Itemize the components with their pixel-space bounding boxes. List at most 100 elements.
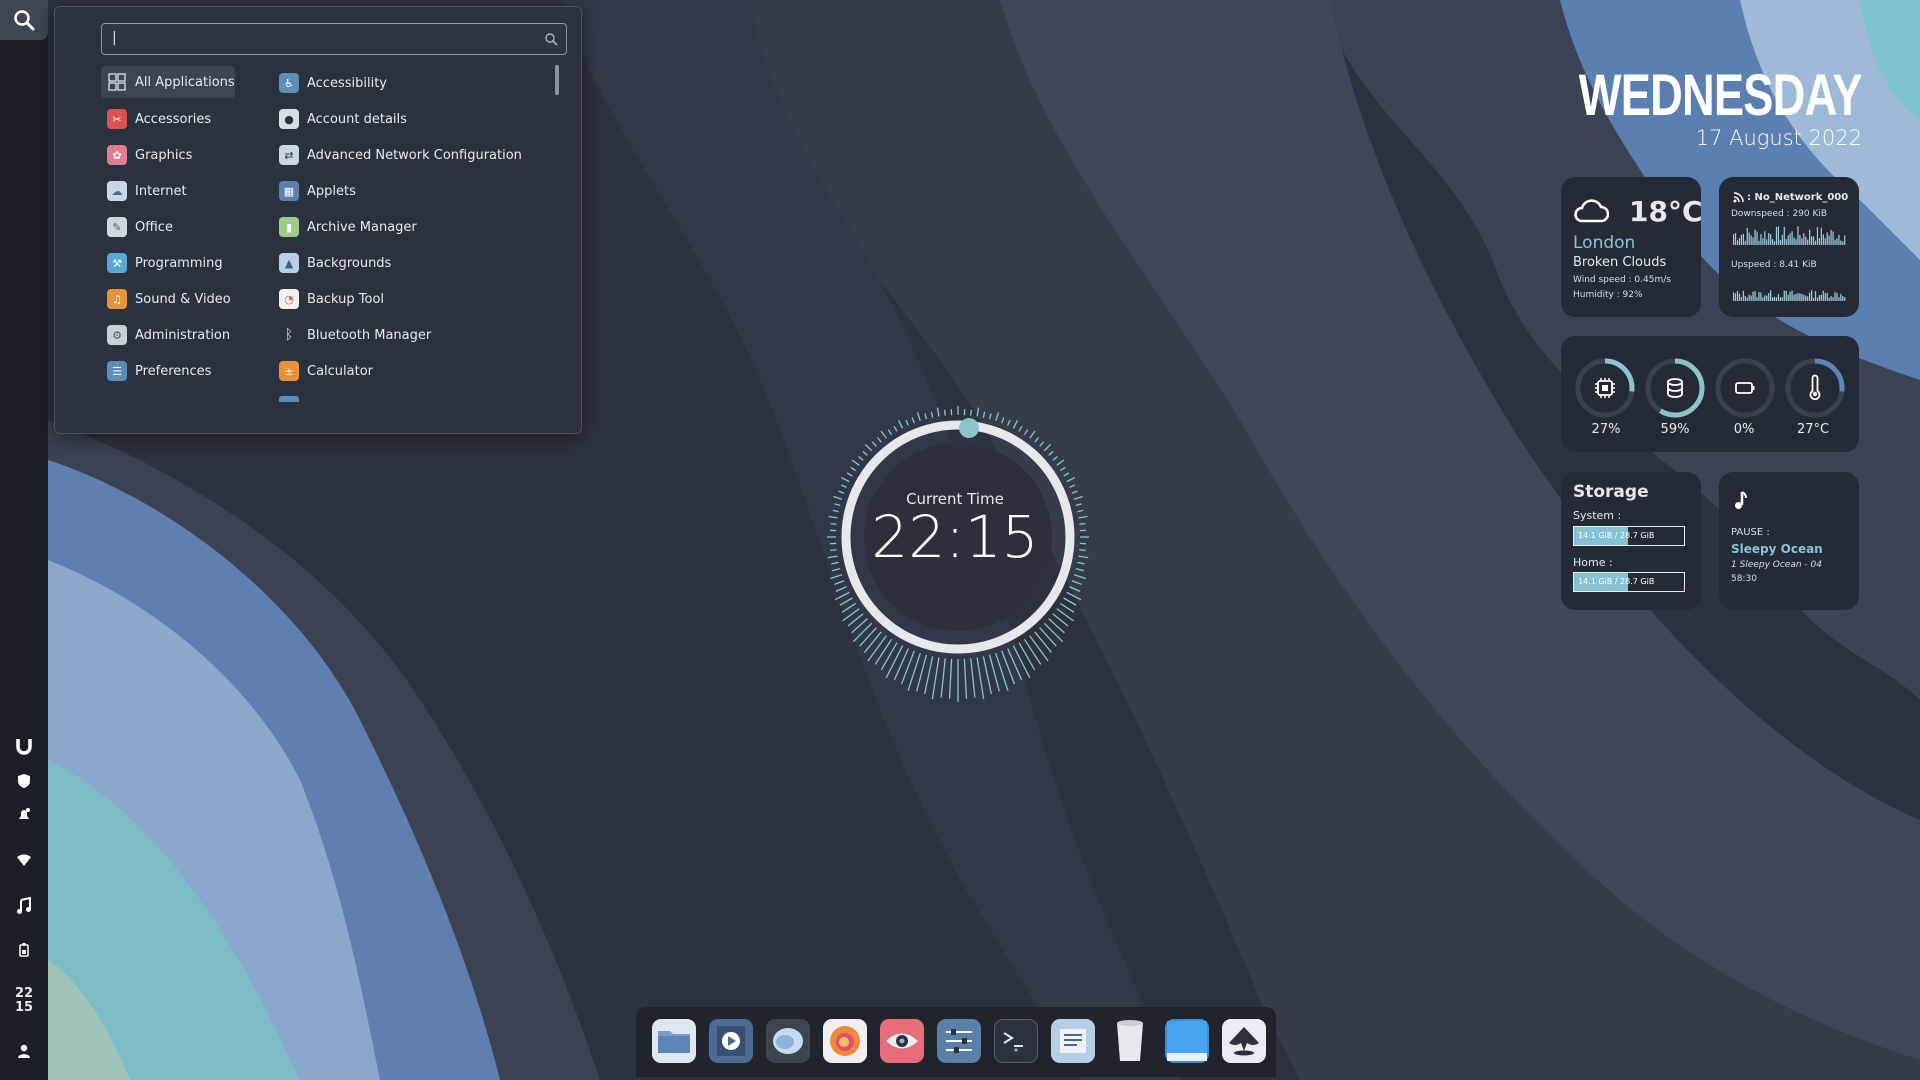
clock-tick	[1063, 597, 1077, 606]
eye-viewer-icon[interactable]	[880, 1019, 924, 1063]
graph-bar	[1842, 296, 1844, 301]
clock-tick	[1023, 638, 1042, 665]
category-accessories[interactable]: ✂ Accessories	[101, 103, 235, 135]
clock-tick	[862, 450, 868, 456]
graph-bar	[1738, 238, 1741, 245]
graph-bar	[1777, 226, 1780, 245]
trash-icon[interactable]	[1108, 1019, 1152, 1063]
app-advanced-network-configuration[interactable]: ⇄ Advanced Network Configuration	[279, 140, 522, 170]
clock-tick	[897, 419, 904, 429]
graph-bar	[1838, 297, 1840, 301]
menu-scrollbar[interactable]	[555, 65, 559, 95]
clock-tick	[1077, 561, 1085, 565]
notification-bell-icon[interactable]	[0, 806, 48, 824]
clock-tick	[943, 409, 946, 416]
category-sound-video[interactable]: ♫ Sound & Video	[101, 283, 235, 315]
menu-search-input[interactable]: |	[101, 23, 567, 55]
clock-tick	[1029, 635, 1049, 662]
left-panel: 22 15	[0, 0, 48, 1080]
disk-gauge-label: 59%	[1660, 422, 1690, 437]
clock-tick	[1075, 503, 1082, 507]
graph-bar	[1754, 229, 1756, 245]
category-label: Accessories	[135, 111, 212, 127]
graph-bar	[1840, 240, 1842, 245]
clock-tick	[830, 574, 843, 580]
terminal-icon[interactable]	[994, 1019, 1038, 1063]
category-office[interactable]: ✎ Office	[101, 211, 235, 243]
graph-bar	[1791, 290, 1793, 301]
battery-icon[interactable]	[0, 942, 48, 958]
graph-bar	[1807, 239, 1809, 245]
graph-bar	[1785, 290, 1787, 301]
graph-bar	[1740, 297, 1742, 301]
graphics-icon: ✿	[107, 145, 127, 165]
clock-tick	[1052, 455, 1058, 461]
category-all-applications[interactable]: All Applications	[101, 66, 235, 98]
calculator-icon: ±	[279, 361, 299, 381]
backup-icon: ◔	[279, 289, 299, 309]
panel-clock[interactable]: 22 15	[0, 986, 48, 1016]
thermometer-icon	[1809, 374, 1821, 401]
category-internet[interactable]: ☁ Internet	[101, 175, 235, 207]
music-note-icon[interactable]	[0, 896, 48, 916]
category-label: Programming	[135, 255, 223, 271]
shield-icon[interactable]	[0, 772, 48, 790]
music-widget[interactable]: PAUSE : Sleepy Ocean 1 Sleepy Ocean - 04…	[1719, 472, 1859, 610]
category-graphics[interactable]: ✿ Graphics	[101, 139, 235, 171]
clock-tick	[1073, 574, 1086, 580]
clock-tick	[970, 658, 976, 698]
app-backup-tool[interactable]: ◔ Backup Tool	[279, 284, 384, 314]
category-programming[interactable]: ⚒ Programming	[101, 247, 235, 279]
category-preferences[interactable]: ☰ Preferences	[101, 355, 235, 387]
graph-bar	[1770, 234, 1772, 245]
search-button[interactable]	[0, 0, 48, 40]
battery-icon	[1735, 382, 1755, 394]
app-account-details[interactable]: ● Account details	[279, 104, 407, 134]
bluetooth-icon: ᛒ	[284, 327, 294, 343]
system-monitor-widget: 27% 59% 0% 27°C	[1561, 336, 1859, 452]
graph-bar	[1783, 290, 1785, 301]
graph-bar	[1812, 236, 1815, 245]
gauge-track	[1715, 358, 1775, 418]
graph-bar	[1811, 290, 1813, 301]
clock-tick	[1039, 627, 1057, 647]
app-label: Archive Manager	[307, 219, 417, 235]
desktop-icon[interactable]	[1165, 1019, 1209, 1063]
app-archive-manager[interactable]: ▮ Archive Manager	[279, 212, 417, 242]
wifi-icon[interactable]	[0, 852, 48, 870]
settings-mixer-icon[interactable]	[937, 1019, 981, 1063]
graph-bar	[1746, 297, 1748, 301]
temperature-gauge-label: 27°C	[1796, 422, 1830, 437]
graph-bar	[1733, 234, 1735, 245]
firefox-icon[interactable]	[823, 1019, 867, 1063]
app-calculator[interactable]: ± Calculator	[279, 356, 373, 386]
clock-tick	[864, 443, 873, 452]
clock-tick	[1043, 622, 1064, 643]
app-accessibility[interactable]: ♿ Accessibility	[279, 68, 387, 98]
music-status: PAUSE :	[1731, 527, 1770, 538]
clock-tick	[1078, 515, 1088, 519]
inkscape-icon[interactable]	[1222, 1019, 1266, 1063]
graph-bar	[1787, 294, 1789, 301]
video-player-icon[interactable]	[709, 1019, 753, 1063]
user-icon[interactable]	[0, 1042, 48, 1060]
brand-u-icon[interactable]	[0, 735, 48, 757]
storage-home-bar: 14.1 GiB / 28.7 GiB	[1573, 572, 1685, 592]
clock-tick	[834, 503, 841, 507]
app-bluetooth-manager[interactable]: ᛒ Bluetooth Manager	[279, 320, 431, 350]
graph-bar	[1828, 235, 1830, 245]
file-manager-icon[interactable]	[652, 1019, 696, 1063]
app-label: Backgrounds	[307, 255, 392, 271]
clock-tick	[1007, 648, 1023, 681]
storage-title: Storage	[1573, 482, 1649, 502]
text-editor-icon[interactable]	[1051, 1019, 1095, 1063]
graph-bar	[1818, 238, 1820, 245]
category-administration[interactable]: ⚙ Administration	[101, 319, 235, 351]
chat-icon[interactable]	[766, 1019, 810, 1063]
graph-bar	[1824, 293, 1826, 301]
app-backgrounds[interactable]: ▲ Backgrounds	[279, 248, 391, 278]
clock-tick	[982, 411, 986, 418]
app-applets[interactable]: ▦ Applets	[279, 176, 356, 206]
clock-tick	[924, 413, 928, 420]
graph-bar	[1736, 290, 1739, 301]
